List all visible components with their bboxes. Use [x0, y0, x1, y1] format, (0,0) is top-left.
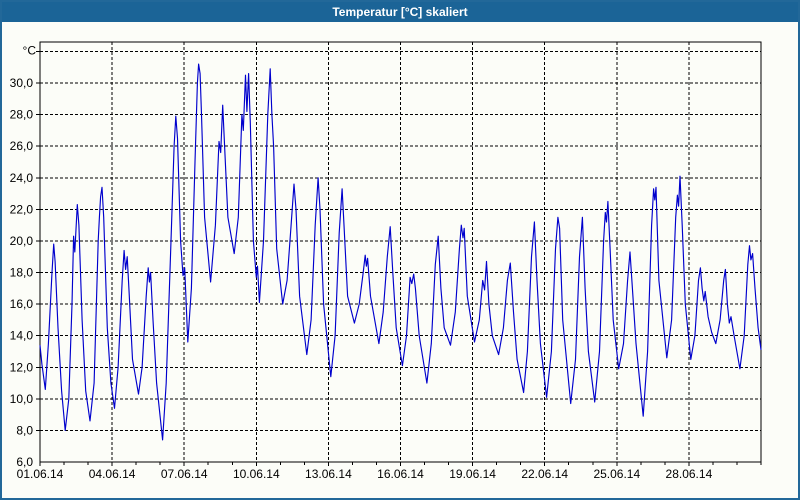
x-tick-label: 07.06.14 — [161, 467, 208, 481]
chart-area: 30,0 28,0 26,0 24,0 22,0 20,0 18,0 16,0 14,0 12,0… — [2, 24, 798, 498]
y-tick-label: 8,0 — [16, 423, 33, 437]
y-tick-label: 28,0 — [10, 108, 34, 122]
x-tick-label: 19.06.14 — [449, 467, 496, 481]
x-tick-label: 22.06.14 — [521, 467, 568, 481]
y-tick-label: 18,0 — [10, 266, 34, 280]
chart-window: Temperatur [°C] skaliert 30,0 28,0 26,0 24,… — [0, 0, 800, 500]
y-tick-label: 16,0 — [10, 297, 34, 311]
y-tick-label: 30,0 — [10, 76, 34, 90]
y-axis-unit-label: °C — [23, 43, 37, 57]
temperature-chart: 30,0 28,0 26,0 24,0 22,0 20,0 18,0 16,0 14,0 12,0… — [10, 41, 762, 481]
x-tick-label: 01.06.14 — [17, 467, 64, 481]
y-tick-label: 14,0 — [10, 329, 34, 343]
chart-title: Temperatur [°C] skaliert — [332, 5, 468, 19]
y-tick-label: 20,0 — [10, 234, 34, 248]
x-tick-label: 13.06.14 — [305, 467, 352, 481]
x-tick-label: 16.06.14 — [377, 467, 424, 481]
y-tick-label: 10,0 — [10, 392, 34, 406]
y-tick-label: 26,0 — [10, 139, 34, 153]
y-tick-label: 22,0 — [10, 202, 34, 216]
x-tick-label: 25.06.14 — [593, 467, 640, 481]
x-tick-label: 10.06.14 — [233, 467, 280, 481]
title-bar: Temperatur [°C] skaliert — [2, 2, 798, 22]
x-tick-label: 04.06.14 — [89, 467, 136, 481]
y-tick-label: 24,0 — [10, 171, 34, 185]
y-tick-label: 12,0 — [10, 360, 34, 374]
x-tick-label: 28.06.14 — [666, 467, 713, 481]
